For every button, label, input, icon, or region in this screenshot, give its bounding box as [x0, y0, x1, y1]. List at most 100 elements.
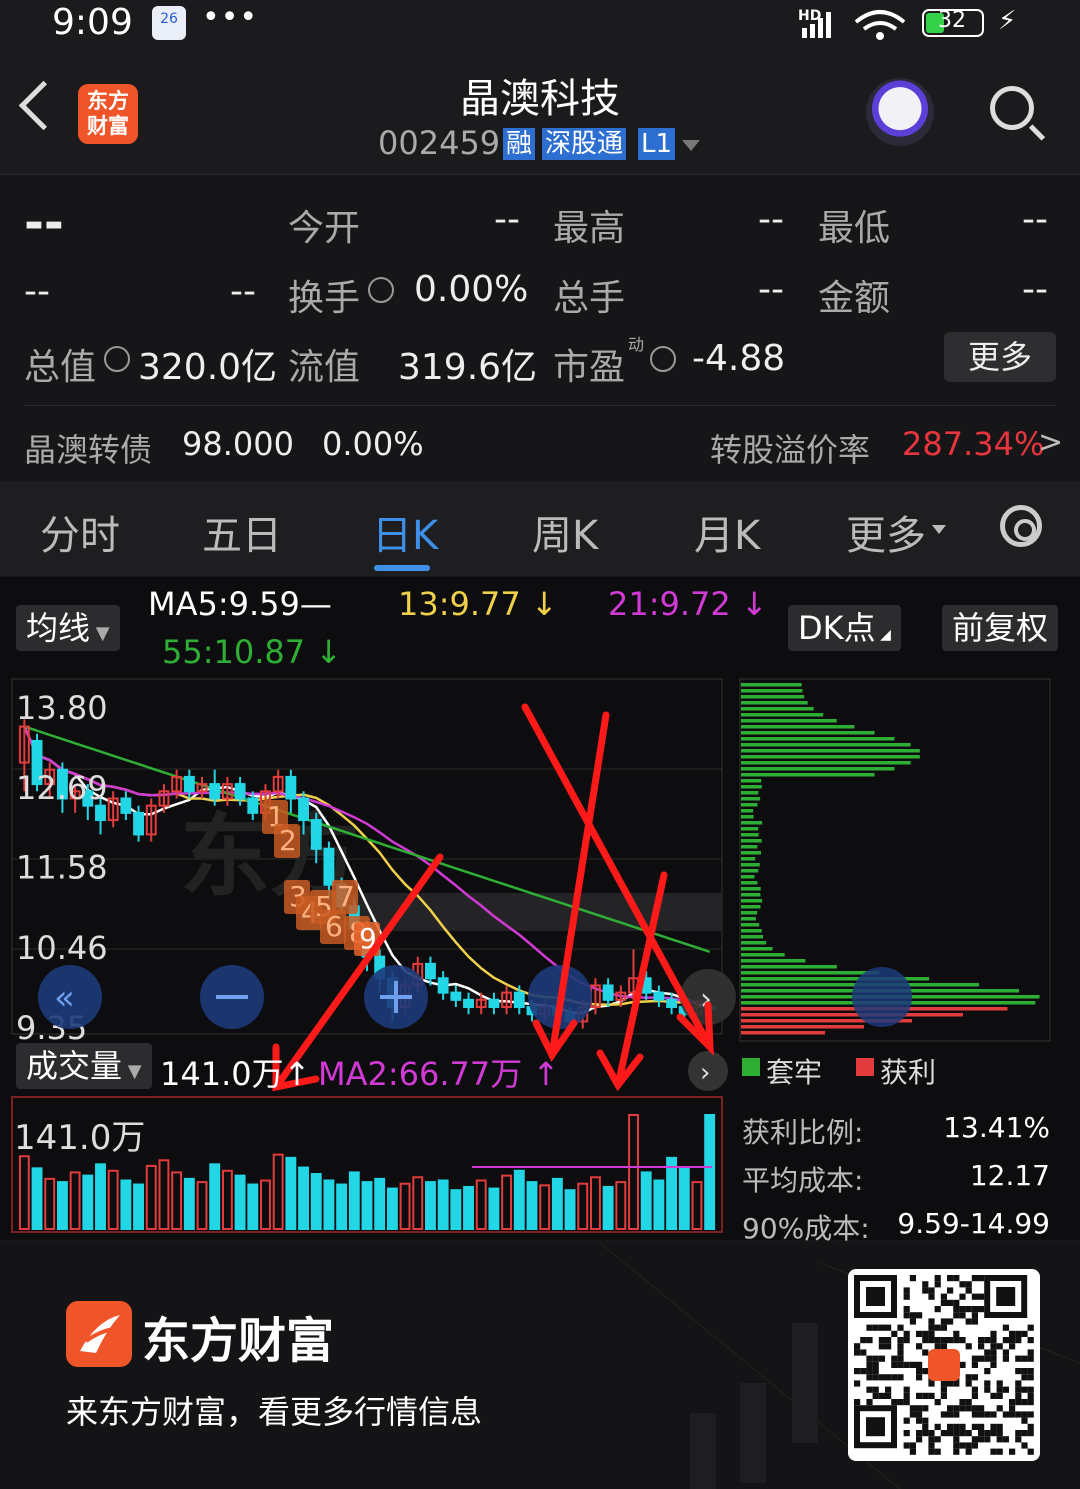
qr-module [885, 1374, 891, 1380]
bond-change: 0.00% [322, 425, 424, 463]
amount-label: 金额 [818, 269, 890, 321]
back-icon[interactable] [19, 81, 68, 130]
qr-module [984, 1349, 990, 1355]
volume-bar [286, 1158, 295, 1229]
chip-bar [741, 911, 757, 915]
qr-module [966, 1449, 972, 1455]
qr-module [910, 1442, 916, 1448]
qr-module [959, 1312, 965, 1318]
qr-module [978, 1436, 984, 1442]
qr-module [941, 1337, 947, 1343]
chevron-down-icon[interactable] [682, 140, 700, 151]
qr-module [873, 1387, 879, 1393]
chip-bar [741, 737, 894, 741]
qr-module [1028, 1449, 1034, 1455]
bond-name[interactable]: 晶澳转债 [24, 425, 152, 471]
qr-module [891, 1356, 897, 1362]
qr-module [916, 1374, 922, 1380]
tab-intraday[interactable]: 分时 [40, 503, 120, 561]
qr-module [897, 1356, 903, 1362]
qr-module [966, 1399, 972, 1405]
qr-module [997, 1343, 1003, 1349]
qr-module [910, 1312, 916, 1318]
info-icon[interactable] [104, 346, 130, 372]
candle-body [96, 806, 105, 820]
volume-bar [248, 1185, 257, 1229]
app-logo[interactable]: 东方 财富 [78, 84, 138, 144]
qr-module [990, 1349, 996, 1355]
y-tick-label: 12.69 [16, 769, 108, 807]
candle-body [134, 813, 143, 835]
more-button[interactable]: 更多 [944, 332, 1056, 382]
qr-module [910, 1362, 916, 1368]
assistant-avatar[interactable] [866, 78, 934, 146]
chip-bar [741, 791, 758, 795]
qr-module [1021, 1387, 1027, 1393]
qr-module [953, 1424, 959, 1430]
candle-body [604, 985, 613, 999]
tab-monthly-k[interactable]: 月K [694, 503, 760, 561]
qr-module [1009, 1337, 1015, 1343]
chip-bar [741, 821, 762, 825]
amount-value: -- [1022, 269, 1048, 310]
tab-weekly-k[interactable]: 周K [532, 503, 598, 561]
cost90-label: 90%成本: [742, 1207, 870, 1247]
dk-point-label: 2 [279, 824, 297, 857]
y-tick-label: 11.58 [16, 849, 108, 887]
chip-bar [741, 713, 823, 717]
premium-value[interactable]: 287.34% [902, 425, 1044, 463]
chip-bar [741, 923, 759, 927]
qr-module [997, 1424, 1003, 1430]
volume-bar [566, 1190, 575, 1229]
tab-more[interactable]: 更多 [846, 503, 926, 561]
qr-module [1028, 1424, 1034, 1430]
qr-module [935, 1424, 941, 1430]
qr-module [873, 1374, 879, 1380]
qr-module [935, 1275, 941, 1281]
chip-bar [741, 761, 911, 765]
qr-module [972, 1436, 978, 1442]
chevron-right-icon[interactable]: > [1038, 425, 1063, 460]
qr-module [866, 1362, 872, 1368]
gear-icon[interactable] [1000, 505, 1042, 547]
candle-body [185, 777, 194, 791]
qr-module [866, 1399, 872, 1405]
qr-module [972, 1411, 978, 1417]
qr-module [922, 1287, 928, 1293]
volume-bar [477, 1180, 486, 1229]
chip-bar [741, 725, 854, 729]
minus-icon [216, 995, 248, 999]
qr-module [978, 1405, 984, 1411]
qr-module [885, 1393, 891, 1399]
pe-dynamic-mark: 动 [628, 331, 644, 355]
qr-module [978, 1343, 984, 1349]
qr-module [978, 1430, 984, 1436]
qr-module [966, 1430, 972, 1436]
chip-bar [741, 695, 804, 699]
qr-module [941, 1430, 947, 1436]
qr-module [997, 1387, 1003, 1393]
tab-five-day[interactable]: 五日 [202, 503, 282, 561]
qr-module [928, 1337, 934, 1343]
qr-module [922, 1349, 928, 1355]
qr-module [1028, 1337, 1034, 1343]
tab-daily-k[interactable]: 日K [372, 503, 438, 561]
volume-bar [185, 1179, 194, 1229]
search-icon[interactable] [990, 86, 1034, 130]
qr-module [1028, 1368, 1034, 1374]
promo-slogan: 来东方财富，看更多行情信息 [66, 1387, 482, 1433]
volume-bar [83, 1176, 92, 1229]
info-icon[interactable] [650, 346, 676, 372]
qr-module [916, 1393, 922, 1399]
profit-legend: 获利 [880, 1051, 936, 1091]
info-icon[interactable] [368, 277, 394, 303]
qr-module [1028, 1387, 1034, 1393]
qr-module [897, 1343, 903, 1349]
qr-module [972, 1356, 978, 1362]
qr-module [984, 1430, 990, 1436]
qr-module [922, 1337, 928, 1343]
qr-module [972, 1374, 978, 1380]
qr-module [879, 1343, 885, 1349]
qr-module [904, 1442, 910, 1448]
indicator-selector[interactable]: 成交量 ▼ [16, 1043, 152, 1089]
